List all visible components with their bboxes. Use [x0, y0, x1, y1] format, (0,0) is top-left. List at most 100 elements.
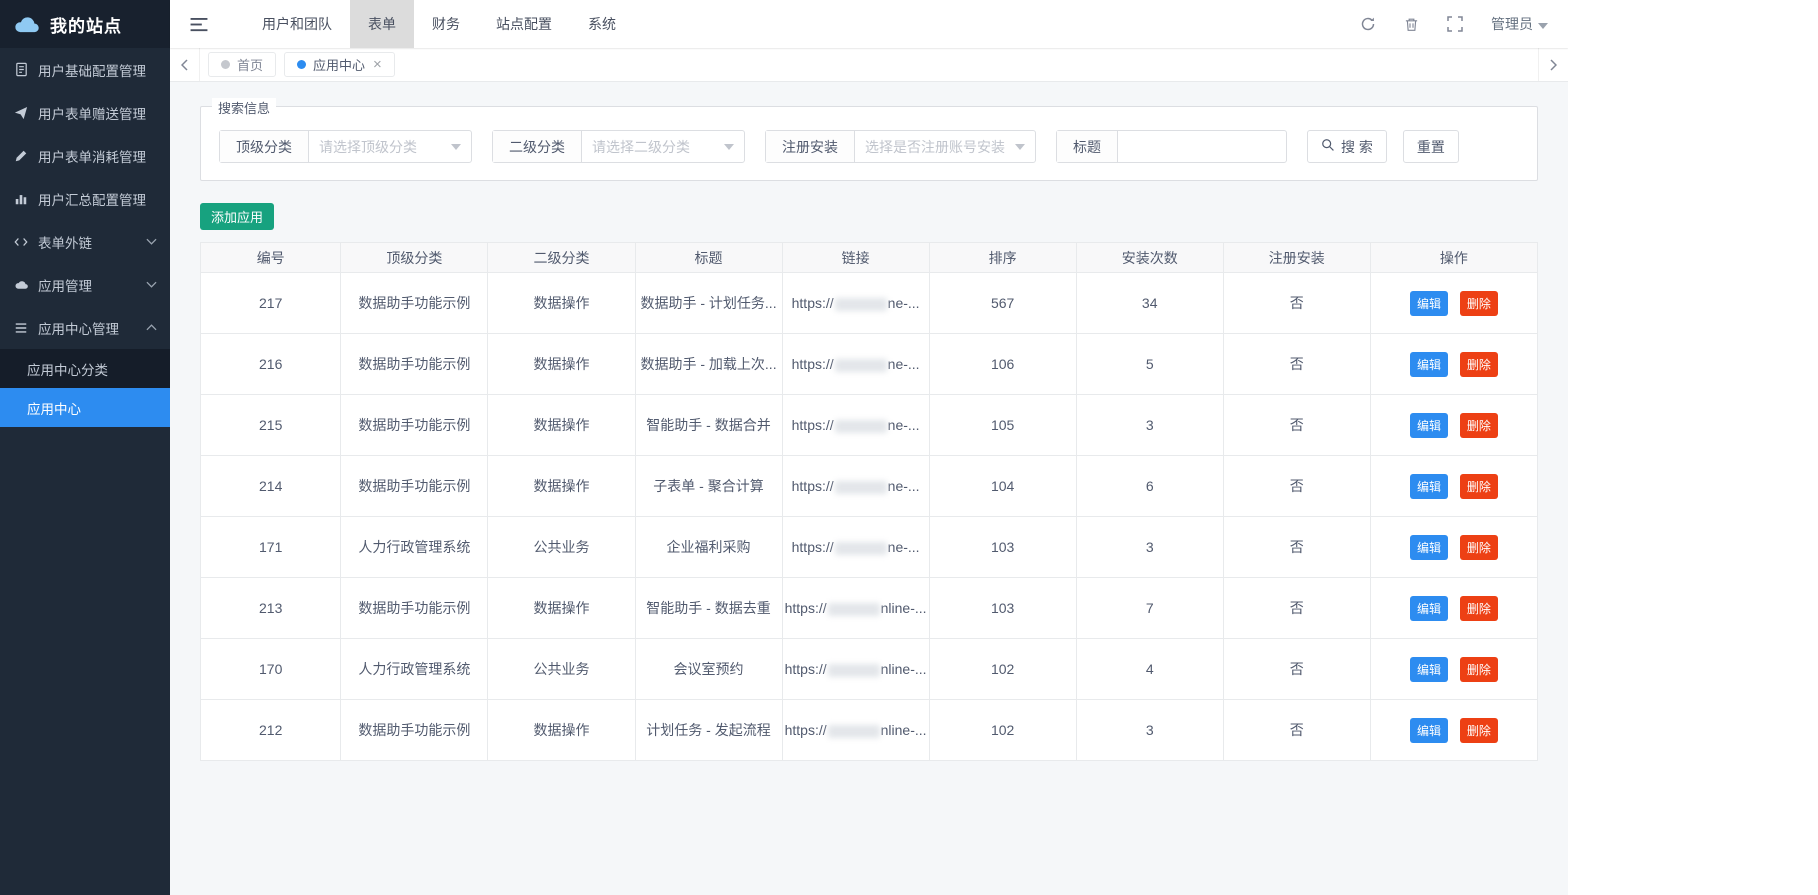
table-row: 215 数据助手功能示例 数据操作 智能助手 - 数据合并 https://ne…	[201, 395, 1538, 456]
cell-sub-category: 数据操作	[488, 334, 635, 395]
link-prefix: https://	[792, 539, 834, 555]
select-placeholder: 选择是否注册账号安装	[865, 137, 1005, 157]
search-button[interactable]: 搜 索	[1307, 130, 1387, 163]
refresh-icon[interactable]	[1360, 16, 1376, 32]
tab-home[interactable]: 首页	[208, 52, 276, 77]
cell-id: 216	[201, 334, 341, 395]
title-input[interactable]	[1118, 131, 1286, 162]
cell-title: 数据助手 - 加载上次...	[635, 334, 782, 395]
delete-button[interactable]: 删除	[1460, 718, 1498, 743]
edit-button[interactable]: 编辑	[1410, 535, 1448, 560]
sidebar-item-app-management[interactable]: 应用管理	[0, 263, 170, 306]
edit-button[interactable]: 编辑	[1410, 291, 1448, 316]
sidebar-subitem-app-center-category[interactable]: 应用中心分类	[0, 349, 170, 388]
reset-button-label: 重置	[1417, 137, 1445, 157]
cell-installs: 7	[1076, 578, 1223, 639]
content-area: 搜索信息 顶级分类 请选择顶级分类 二级分类 请选择二级分类	[170, 82, 1568, 895]
close-icon[interactable]: ×	[373, 57, 382, 72]
cell-link: https://ne-...	[782, 273, 929, 334]
sub-category-select[interactable]: 请选择二级分类	[582, 131, 744, 162]
tabs-scroll-right-icon[interactable]	[1538, 48, 1568, 81]
link-prefix: https://	[792, 417, 834, 433]
sidebar-item-app-center-management[interactable]: 应用中心管理	[0, 306, 170, 349]
topnav-item-site-config[interactable]: 站点配置	[478, 0, 570, 48]
cell-id: 212	[201, 700, 341, 761]
col-header-top-category: 顶级分类	[341, 243, 488, 273]
delete-button[interactable]: 删除	[1460, 352, 1498, 377]
topnav-right: 管理员	[1360, 14, 1548, 34]
top-category-select[interactable]: 请选择顶级分类	[309, 131, 471, 162]
cell-top-category: 数据助手功能示例	[341, 334, 488, 395]
delete-button[interactable]: 删除	[1460, 291, 1498, 316]
col-header-register-install: 注册安装	[1223, 243, 1370, 273]
table-header: 编号 顶级分类 二级分类 标题 链接 排序 安装次数 注册安装 操作	[201, 243, 1538, 273]
sidebar-subitem-label: 应用中心分类	[27, 359, 108, 379]
link-suffix: ne-...	[888, 478, 920, 494]
add-app-button[interactable]: 添加应用	[200, 203, 274, 230]
delete-button[interactable]: 删除	[1460, 413, 1498, 438]
blurred-link-segment	[835, 298, 887, 311]
logo[interactable]: 我的站点	[0, 0, 170, 48]
table-row: 214 数据助手功能示例 数据操作 子表单 - 聚合计算 https://ne-…	[201, 456, 1538, 517]
cell-id: 171	[201, 517, 341, 578]
admin-label: 管理员	[1491, 14, 1533, 34]
cell-top-category: 数据助手功能示例	[341, 395, 488, 456]
delete-button[interactable]: 删除	[1460, 535, 1498, 560]
sidebar-item-summary-config[interactable]: 用户汇总配置管理	[0, 177, 170, 220]
sidebar-collapse-icon[interactable]	[190, 17, 208, 32]
sidebar-item-form-external-link[interactable]: 表单外链	[0, 220, 170, 263]
cell-actions: 编辑 删除	[1370, 517, 1537, 578]
blurred-link-segment	[835, 359, 887, 372]
cell-id: 170	[201, 639, 341, 700]
cell-register: 否	[1223, 456, 1370, 517]
edit-button[interactable]: 编辑	[1410, 474, 1448, 499]
link-suffix: nline-...	[881, 722, 927, 738]
caret-down-icon	[451, 144, 461, 150]
sidebar-subitem-app-center[interactable]: 应用中心	[0, 388, 170, 427]
cell-sort: 105	[929, 395, 1076, 456]
topnav-item-system[interactable]: 系统	[570, 0, 634, 48]
delete-button[interactable]: 删除	[1460, 474, 1498, 499]
sidebar-item-form-consume[interactable]: 用户表单消耗管理	[0, 134, 170, 177]
delete-button[interactable]: 删除	[1460, 657, 1498, 682]
chevron-up-icon	[146, 324, 157, 331]
cell-title: 企业福利采购	[635, 517, 782, 578]
link-suffix: nline-...	[881, 661, 927, 677]
cell-top-category: 数据助手功能示例	[341, 578, 488, 639]
fullscreen-icon[interactable]	[1447, 16, 1463, 32]
reset-button[interactable]: 重置	[1403, 130, 1459, 163]
topnav-item-label: 站点配置	[496, 14, 552, 34]
filter-label: 标题	[1057, 131, 1118, 162]
register-install-select[interactable]: 选择是否注册账号安装	[855, 131, 1035, 162]
filter-register-install: 注册安装 选择是否注册账号安装	[765, 130, 1036, 163]
edit-button[interactable]: 编辑	[1410, 413, 1448, 438]
sidebar-item-user-base-config[interactable]: 用户基础配置管理	[0, 48, 170, 91]
sidebar-item-label: 应用中心管理	[38, 318, 119, 338]
sidebar-item-form-gift[interactable]: 用户表单赠送管理	[0, 91, 170, 134]
col-header-sort: 排序	[929, 243, 1076, 273]
site-name: 我的站点	[50, 12, 122, 37]
app-window: 我的站点 用户基础配置管理 用户表单赠送管理 用户表单消耗管理 用户汇总配置管理	[0, 0, 1568, 895]
topnav-item-label: 用户和团队	[262, 14, 332, 34]
tab-app-center[interactable]: 应用中心 ×	[284, 52, 395, 77]
topnav-item-finance[interactable]: 财务	[414, 0, 478, 48]
tabs-scroll-left-icon[interactable]	[170, 48, 200, 81]
edit-button[interactable]: 编辑	[1410, 718, 1448, 743]
cell-top-category: 数据助手功能示例	[341, 273, 488, 334]
table-row: 217 数据助手功能示例 数据操作 数据助手 - 计划任务... https:/…	[201, 273, 1538, 334]
topnav-item-forms[interactable]: 表单	[350, 0, 414, 48]
link-suffix: nline-...	[881, 600, 927, 616]
cell-actions: 编辑 删除	[1370, 639, 1537, 700]
sidebar: 我的站点 用户基础配置管理 用户表单赠送管理 用户表单消耗管理 用户汇总配置管理	[0, 0, 170, 895]
delete-button[interactable]: 删除	[1460, 596, 1498, 621]
topnav-item-users-teams[interactable]: 用户和团队	[244, 0, 350, 48]
cell-sub-category: 数据操作	[488, 700, 635, 761]
list-icon	[13, 320, 29, 336]
edit-button[interactable]: 编辑	[1410, 657, 1448, 682]
admin-user-menu[interactable]: 管理员	[1491, 14, 1548, 34]
cloud-logo-icon	[12, 13, 42, 35]
trash-icon[interactable]	[1404, 17, 1419, 32]
edit-button[interactable]: 编辑	[1410, 596, 1448, 621]
cell-actions: 编辑 删除	[1370, 273, 1537, 334]
edit-button[interactable]: 编辑	[1410, 352, 1448, 377]
